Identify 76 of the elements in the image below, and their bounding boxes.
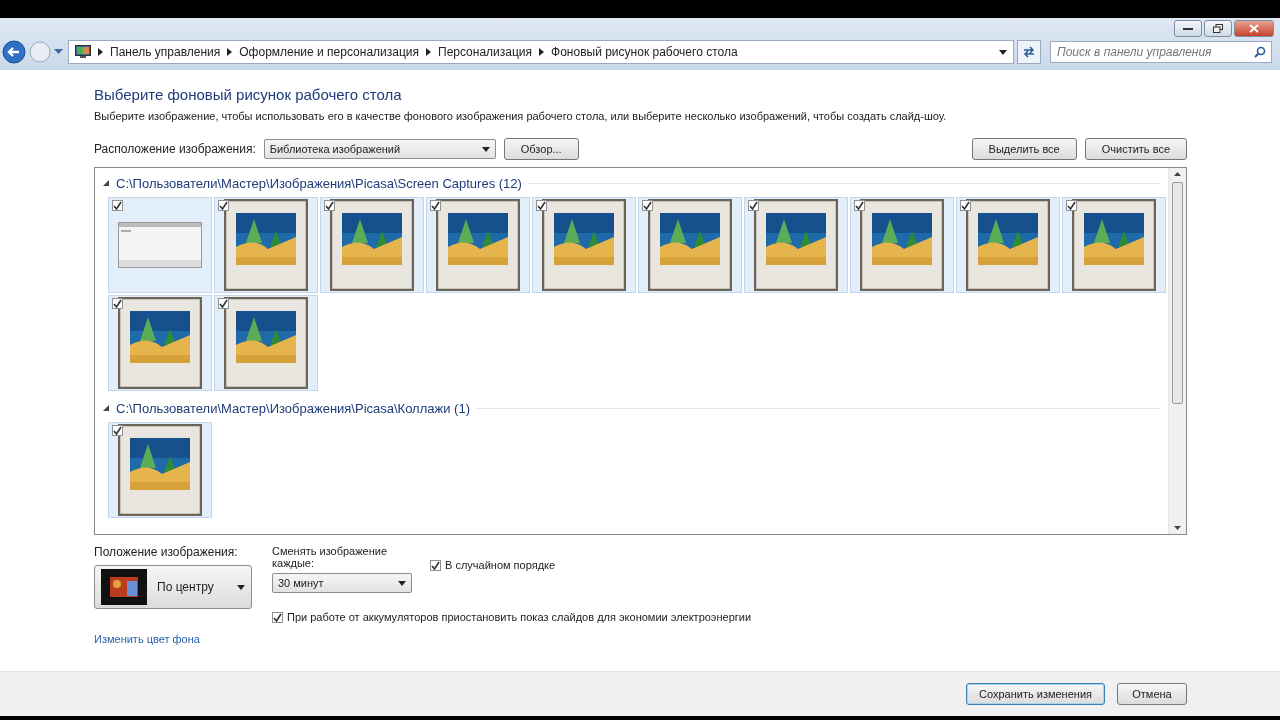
close-icon [1249, 24, 1259, 33]
image-tile[interactable] [214, 295, 318, 391]
landscape-photo-icon [754, 199, 838, 291]
select-all-button[interactable]: Выделить все [971, 138, 1077, 160]
checkbox[interactable] [112, 200, 123, 211]
landscape-photo-icon [224, 297, 308, 389]
image-tile[interactable] [850, 197, 954, 293]
clear-all-button[interactable]: Очистить все [1084, 138, 1187, 160]
caret-icon [481, 146, 490, 152]
caret-icon [237, 584, 245, 590]
breadcrumb[interactable]: Персонализация [438, 45, 533, 59]
window-screenshot-icon [118, 222, 202, 268]
breadcrumb[interactable]: Фоновый рисунок рабочего стола [551, 45, 738, 59]
image-tile[interactable] [108, 197, 212, 293]
landscape-photo-icon [860, 199, 944, 291]
cancel-button[interactable]: Отмена [1117, 683, 1187, 705]
checkbox[interactable] [430, 559, 441, 571]
caret-icon [398, 580, 406, 586]
restore-button[interactable] [1204, 20, 1232, 37]
collapse-triangle-icon[interactable] [103, 180, 110, 187]
change-color-link[interactable]: Изменить цвет фона [94, 633, 200, 645]
fill-mode-preview-icon [101, 569, 147, 605]
image-tile[interactable] [638, 197, 742, 293]
breadcrumb-arrow-icon [227, 48, 233, 56]
save-button[interactable]: Сохранить изменения [966, 683, 1105, 705]
image-tile[interactable] [214, 197, 318, 293]
landscape-photo-icon [648, 199, 732, 291]
landscape-photo-icon [118, 297, 202, 389]
landscape-photo-icon [966, 199, 1050, 291]
breadcrumb-arrow-icon [426, 48, 431, 56]
image-tile[interactable] [744, 197, 848, 293]
page-heading: Выберите фоновый рисунок рабочего стола [94, 86, 403, 103]
dropdown-caret-icon[interactable] [999, 49, 1007, 55]
image-tile[interactable] [532, 197, 636, 293]
image-tile[interactable] [320, 197, 424, 293]
landscape-photo-icon [118, 424, 202, 516]
interval-label: Сменять изображение каждые: [272, 545, 388, 569]
landscape-photo-icon [1072, 199, 1156, 291]
search-icon [1254, 46, 1266, 58]
image-tile[interactable] [1062, 197, 1166, 293]
image-tile[interactable] [956, 197, 1060, 293]
restore-icon [1213, 24, 1223, 33]
monitor-icon [75, 45, 91, 59]
address-bar[interactable]: Панель управления Оформление и персонализация Персонализация Фоновый рисунок рабочего стола [68, 40, 1014, 64]
landscape-photo-icon [436, 199, 520, 291]
breadcrumb-arrow-icon [539, 48, 545, 56]
scroll-up-icon[interactable] [1174, 172, 1181, 176]
refresh-arrows-icon [1022, 46, 1036, 58]
shuffle-label: В случайном порядке [445, 559, 556, 571]
minimize-button[interactable] [1174, 20, 1202, 37]
landscape-photo-icon [224, 199, 308, 291]
description-text: Выберите изображение, чтобы использовать его в качестве фонового изображения рабочего стола, или выберите несколько изображений, чтобы создать слайд-шоу. [94, 110, 948, 122]
image-tile[interactable] [108, 422, 212, 518]
breadcrumb[interactable]: Оформление и персонализация [239, 45, 419, 59]
position-label: Положение изображения: [94, 545, 239, 559]
image-tile[interactable] [426, 197, 530, 293]
close-button[interactable] [1234, 20, 1274, 37]
scrollbar[interactable] [1168, 168, 1186, 534]
position-dropdown[interactable]: По центру [94, 565, 252, 609]
breadcrumb-arrow-icon [98, 48, 103, 56]
checkbox[interactable] [272, 611, 283, 623]
image-tile[interactable] [108, 295, 212, 391]
refresh-button[interactable] [1017, 40, 1041, 64]
location-dropdown[interactable]: Библиотека изображений [263, 139, 496, 159]
folder-group-header[interactable]: C:\Пользователи\Мастер\Изображения\Picasa\Screen Captures (12) [116, 176, 522, 191]
landscape-photo-icon [542, 199, 626, 291]
location-label: Расположение изображения: [94, 142, 256, 156]
interval-dropdown[interactable]: 30 минут [272, 573, 412, 593]
search-field[interactable]: Поиск в панели управления [1050, 41, 1272, 63]
collapse-triangle-icon[interactable] [103, 405, 110, 412]
landscape-photo-icon [330, 199, 414, 291]
breadcrumb[interactable]: Панель управления [110, 45, 221, 59]
scroll-down-icon[interactable] [1174, 526, 1181, 530]
folder-group-header[interactable]: C:\Пользователи\Мастер\Изображения\Picasa\Коллажи (1) [116, 401, 470, 416]
browse-button[interactable]: Обзор... [503, 138, 579, 160]
battery-label: При работе от аккумуляторов приостановить показ слайдов для экономии электроэнергии [287, 611, 752, 623]
